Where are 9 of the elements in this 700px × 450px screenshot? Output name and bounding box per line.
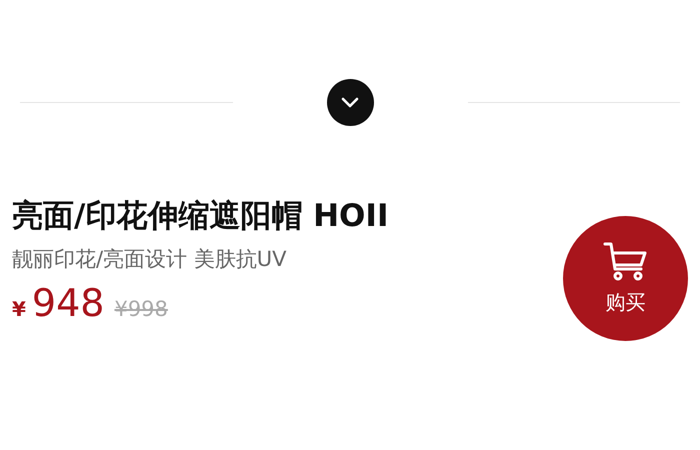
expand-button[interactable] — [326, 79, 374, 126]
cart-icon — [602, 240, 648, 280]
chevron-down-icon — [341, 97, 359, 108]
product-title: 亮面/印花伸缩遮阳帽 HOII — [12, 197, 390, 236]
currency-symbol: ¥ — [12, 296, 26, 323]
product-subtitle: 靓丽印花/亮面设计 美肤抗UV — [12, 246, 288, 273]
buy-button[interactable]: 购买 — [563, 216, 688, 341]
price: 948 — [32, 280, 104, 326]
original-price: ¥998 — [114, 296, 168, 323]
